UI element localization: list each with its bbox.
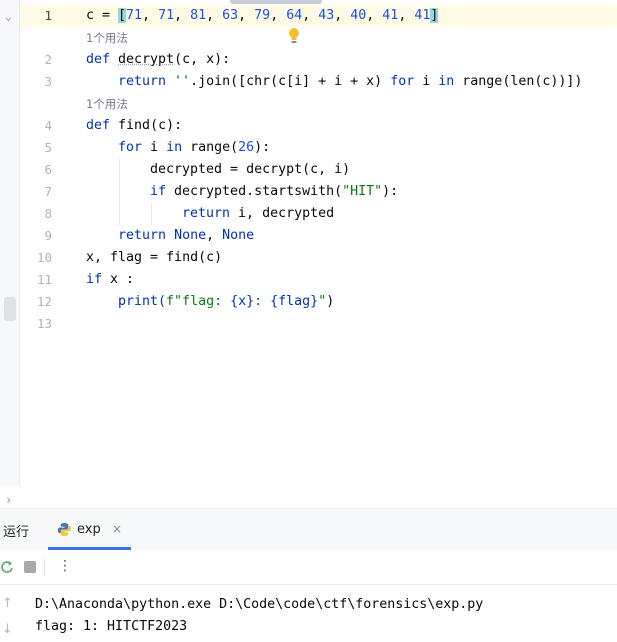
arrow-down-icon[interactable]: ↓ [2,622,13,637]
line-number: 9 [44,228,52,243]
line-number: 13 [36,316,52,331]
line-number: 10 [36,250,52,265]
run-toolbar: ⋮ [0,550,617,585]
more-options-icon[interactable]: ⋮ [58,558,72,574]
tab-label: exp [77,522,101,537]
console-line-output: flag: 1: HITCTF2023 [35,619,188,634]
chevron-down-icon[interactable]: ⌄ [5,11,15,22]
tool-tab-bar: 运行 exp × [0,509,617,550]
python-icon [57,522,72,537]
code-line-5[interactable]: for i in range(26): [118,137,270,159]
code-line-8[interactable]: return i, decrypted [182,203,334,225]
close-icon[interactable]: × [112,522,122,536]
code-line-10[interactable]: x, flag = find(c) [86,247,222,269]
code-line-6[interactable]: decrypted = decrypt(c, i) [150,159,350,181]
line-number: 6 [44,162,52,177]
strip-scroll-thumb[interactable] [4,297,16,321]
chevron-right-icon[interactable]: › [5,493,12,507]
console-side-strip: ↑ ↓ [0,586,20,642]
toolbar-separator [44,559,45,576]
horizontal-scroll-thumb[interactable] [230,0,322,4]
code-editor[interactable]: ⌄ 1 2 3 4 5 6 7 8 9 10 11 12 13 c = [71,… [0,0,617,486]
code-line-7[interactable]: if decrypted.startswith("HIT"): [150,181,398,203]
tab-exp[interactable]: exp × [48,509,131,550]
code-line-3[interactable]: return ''.join([chr(c[i] + i + x) for i … [118,71,582,93]
arrow-up-icon[interactable]: ↑ [2,596,13,611]
left-tool-strip: ⌄ [0,0,20,486]
usage-hint[interactable]: 1个用法 [86,27,128,49]
code-line-12[interactable]: print(f"flag: {x}: {flag}") [118,291,334,313]
line-number: 1 [44,8,52,23]
line-number: 12 [36,294,52,309]
line-number: 3 [44,74,52,89]
console-line-command: D:\Anaconda\python.exe D:\Code\code\ctf\… [35,597,484,612]
stop-icon[interactable] [24,561,36,573]
indent-guide [119,159,120,225]
console-output[interactable]: ↑ ↓ D:\Anaconda\python.exe D:\Code\code\… [0,586,617,642]
line-number: 7 [44,184,52,199]
code-line-1[interactable]: c = [71, 71, 81, 63, 79, 64, 43, 40, 41,… [86,5,439,27]
line-number: 4 [44,118,52,133]
line-number: 2 [44,52,52,67]
code-line-4[interactable]: def find(c): [86,115,182,137]
run-tool-window: 运行 exp × ⋮ ↑ ↓ D:\Anaconda\python.exe D:… [0,508,617,642]
code-line-9[interactable]: return None, None [118,225,254,247]
code-area[interactable]: c = [71, 71, 81, 63, 79, 64, 43, 40, 41,… [86,0,582,480]
lightbulb-icon[interactable] [287,27,301,45]
code-line-2[interactable]: def decrypt(c, x): [86,49,230,71]
line-number: 5 [44,140,52,155]
line-number: 8 [44,206,52,221]
run-label: 运行 [3,525,30,540]
line-number: 11 [36,272,52,287]
usage-hint[interactable]: 1个用法 [86,93,128,115]
rerun-icon[interactable] [0,560,14,574]
code-line-11[interactable]: if x : [86,269,134,291]
indent-guide [151,203,152,225]
